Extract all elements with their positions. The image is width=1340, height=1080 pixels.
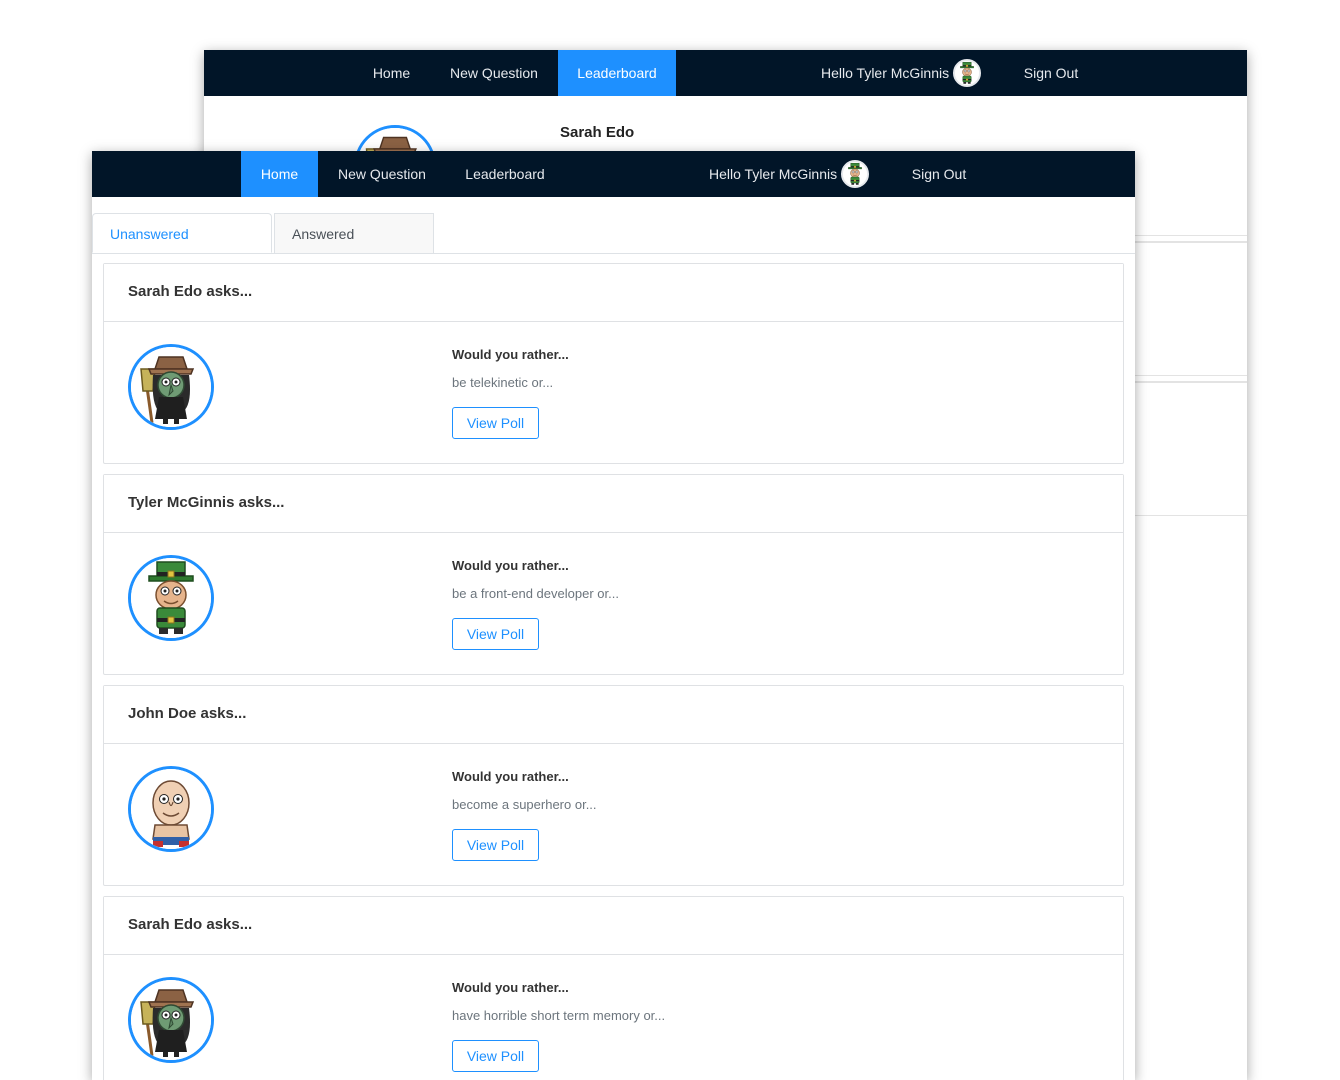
question-prompt: Would you rather... xyxy=(452,558,569,573)
question-card: John Doe asks... Would you rather... bec… xyxy=(103,685,1124,886)
user-greeting: Hello Tyler McGinnis xyxy=(709,166,838,182)
bald-man-avatar-icon xyxy=(128,766,214,852)
leaderboard-user-name: Sarah Edo xyxy=(560,124,635,141)
view-poll-button[interactable]: View Poll xyxy=(452,1040,539,1072)
tab-answered[interactable]: Answered Questions xyxy=(274,213,434,282)
question-option-preview: become a superhero or... xyxy=(452,797,597,812)
question-tabs: Unanswered Questions Answered Questions xyxy=(92,213,1135,282)
nav-new-question[interactable]: New Question xyxy=(318,151,446,197)
question-card: Tyler McGinnis asks... Would you rather.… xyxy=(103,474,1124,675)
question-option-preview: be a front-end developer or... xyxy=(452,586,619,601)
user-avatar-icon xyxy=(953,59,981,87)
nav-home[interactable]: Home xyxy=(353,50,430,96)
question-author: Tyler McGinnis asks... xyxy=(128,494,285,511)
question-author: Sarah Edo asks... xyxy=(128,916,253,933)
navbar: Home New Question Leaderboard Hello Tyle… xyxy=(92,151,1135,197)
question-card: Sarah Edo asks... Would you rather... ha… xyxy=(103,896,1124,1080)
view-poll-button[interactable]: View Poll xyxy=(452,618,539,650)
question-option-preview: have horrible short term memory or... xyxy=(452,1008,666,1023)
sign-out-link[interactable]: Sign Out xyxy=(896,151,982,197)
tab-unanswered[interactable]: Unanswered Questions xyxy=(92,213,272,282)
leprechaun-avatar-icon xyxy=(128,555,214,641)
question-card: Sarah Edo asks... Would you rather... be… xyxy=(103,263,1124,464)
view-poll-button[interactable]: View Poll xyxy=(452,407,539,439)
navbar: Home New Question Leaderboard Hello Tyle… xyxy=(204,50,1247,96)
question-option-preview: be telekinetic or... xyxy=(452,375,554,390)
question-card-header: Sarah Edo asks... xyxy=(104,897,1123,955)
question-card-header: Tyler McGinnis asks... xyxy=(104,475,1123,533)
question-card-header: John Doe asks... xyxy=(104,686,1123,744)
nav-leaderboard[interactable]: Leaderboard xyxy=(446,151,564,197)
question-author: Sarah Edo asks... xyxy=(128,283,253,300)
nav-leaderboard[interactable]: Leaderboard xyxy=(558,50,676,96)
view-poll-button[interactable]: View Poll xyxy=(452,829,539,861)
home-window: Home New Question Leaderboard Hello Tyle… xyxy=(92,151,1135,1080)
user-greeting: Hello Tyler McGinnis xyxy=(821,65,950,81)
question-prompt: Would you rather... xyxy=(452,769,569,784)
witch-avatar-icon xyxy=(128,977,214,1063)
nav-home[interactable]: Home xyxy=(241,151,318,197)
user-avatar-icon xyxy=(841,160,869,188)
question-card-header: Sarah Edo asks... xyxy=(104,264,1123,322)
question-author: John Doe asks... xyxy=(128,705,247,722)
witch-avatar-icon xyxy=(128,344,214,430)
sign-out-link[interactable]: Sign Out xyxy=(1008,50,1094,96)
question-prompt: Would you rather... xyxy=(452,980,569,995)
nav-new-question[interactable]: New Question xyxy=(430,50,558,96)
question-prompt: Would you rather... xyxy=(452,347,569,362)
